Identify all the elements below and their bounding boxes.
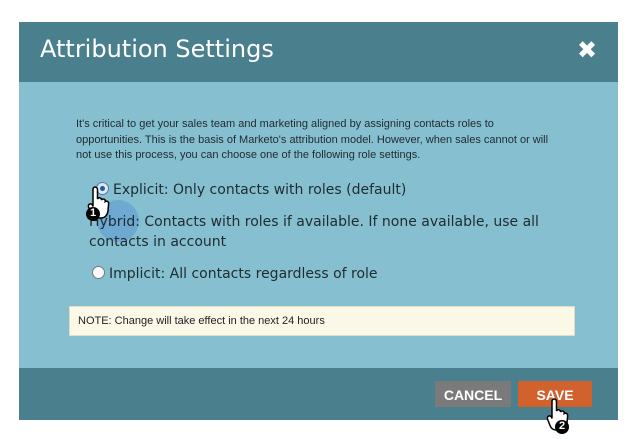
option-implicit-label: Implicit: All contacts regardless of rol… xyxy=(109,266,378,282)
option-explicit-label: Explicit: Only contacts with roles (defa… xyxy=(113,182,407,198)
option-hybrid[interactable]: Hybrid: Contacts with roles if available… xyxy=(89,212,569,252)
dialog-title: Attribution Settings xyxy=(40,35,274,63)
step-2-label: 2 xyxy=(558,420,566,432)
option-explicit[interactable]: Explicit: Only contacts with roles (defa… xyxy=(96,180,406,200)
note-box: NOTE: Change will take effect in the nex… xyxy=(69,306,575,336)
close-icon[interactable]: ✖ xyxy=(576,38,598,64)
hand-cursor-icon: 1 xyxy=(86,185,116,223)
option-implicit[interactable]: Implicit: All contacts regardless of rol… xyxy=(92,264,378,284)
description-text: It's critical to get your sales team and… xyxy=(76,118,549,161)
radio-implicit[interactable] xyxy=(92,266,105,279)
dialog-footer: CANCEL SAVE xyxy=(19,368,618,420)
option-hybrid-label: Hybrid: Contacts with roles if available… xyxy=(89,214,539,250)
dialog-header: Attribution Settings ✖ xyxy=(19,22,618,82)
cancel-button[interactable]: CANCEL xyxy=(435,381,511,407)
hand-cursor-icon-2: 2 xyxy=(545,397,575,435)
step-1-label: 1 xyxy=(89,207,97,219)
